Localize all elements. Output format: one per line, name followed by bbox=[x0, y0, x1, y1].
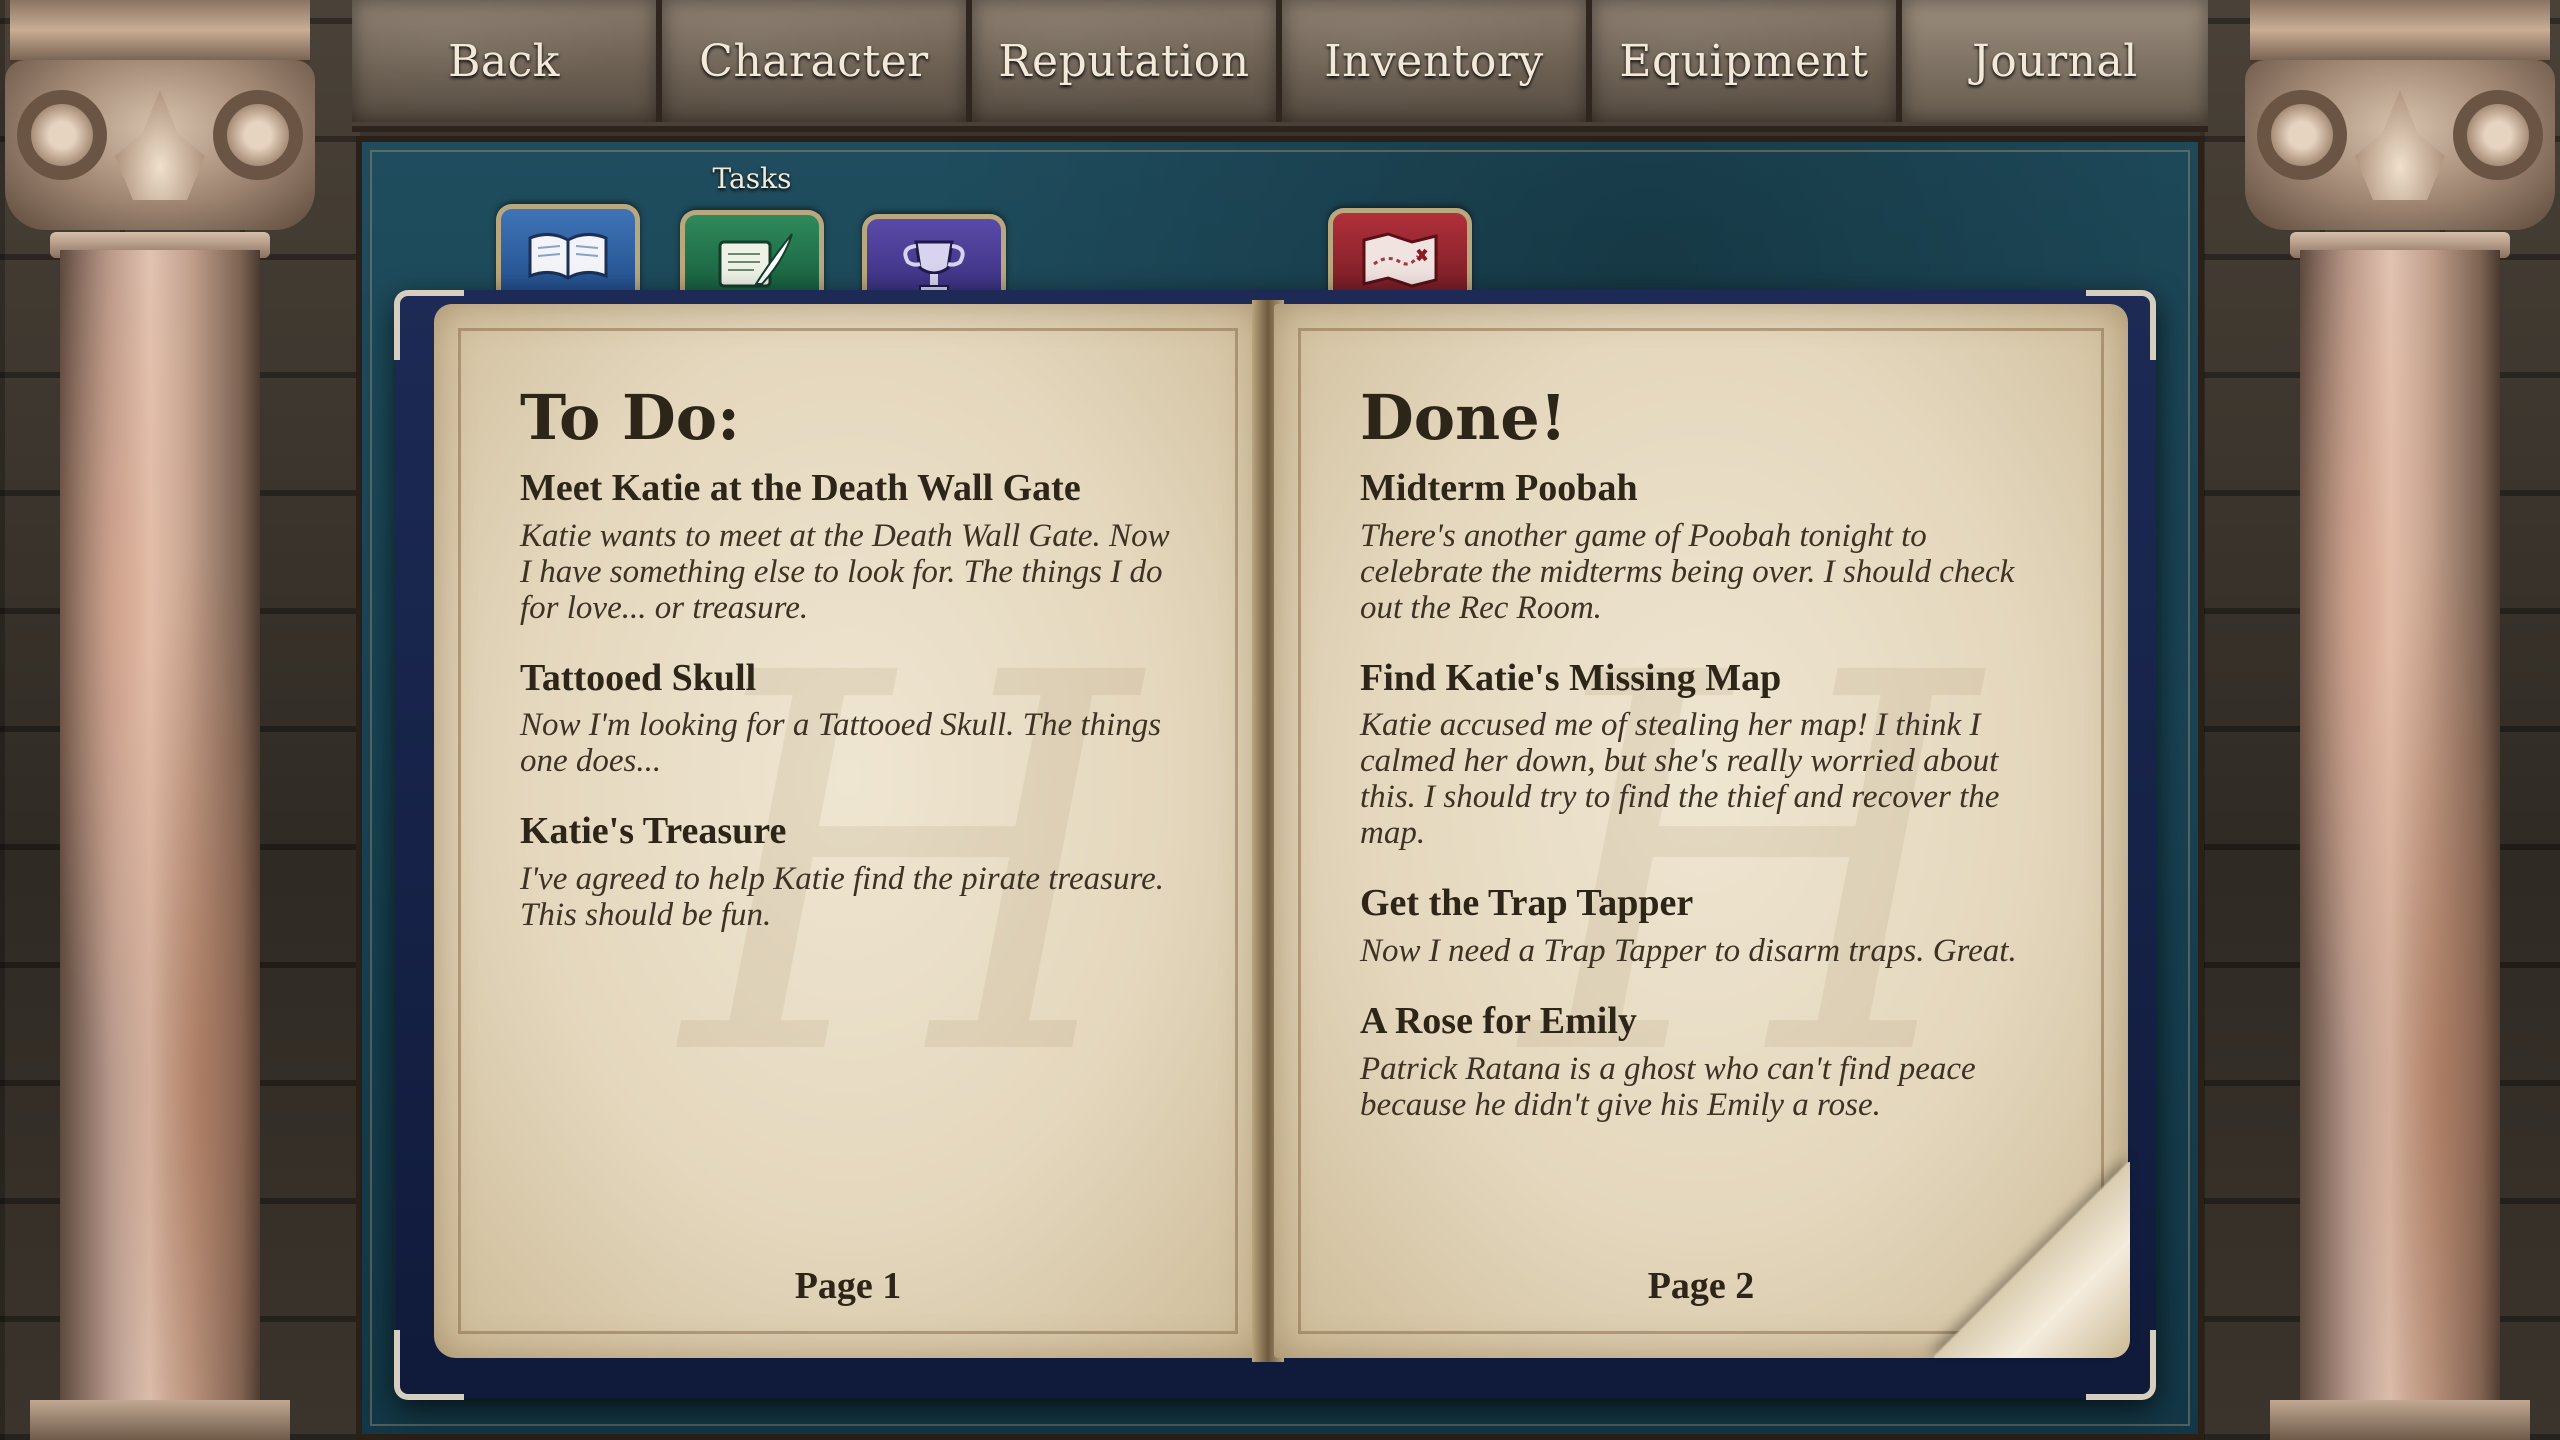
top-nav-bar: Back Character Reputation Inventory Equi… bbox=[352, 0, 2208, 132]
task-title: Midterm Poobah bbox=[1360, 467, 1638, 510]
task-title: Meet Katie at the Death Wall Gate bbox=[520, 467, 1081, 510]
tab-back[interactable]: Back bbox=[352, 0, 662, 122]
book-icon bbox=[520, 220, 616, 294]
page-number-left: Page 1 bbox=[794, 1265, 902, 1307]
page-turn-corner[interactable] bbox=[1934, 1162, 2130, 1358]
tab-equipment[interactable]: Equipment bbox=[1592, 0, 1902, 122]
task-entry[interactable]: Katie's Treasure I've agreed to help Kat… bbox=[520, 809, 1180, 933]
task-description: There's another game of Poobah tonight t… bbox=[1360, 517, 2015, 626]
tab-inventory[interactable]: Inventory bbox=[1282, 0, 1592, 122]
task-description: Katie accused me of stealing her map! I … bbox=[1360, 707, 2000, 852]
task-description: Now I need a Trap Tapper to disarm traps… bbox=[1360, 932, 2017, 969]
tab-journal[interactable]: Journal bbox=[1902, 0, 2208, 122]
journal-tab-book[interactable] bbox=[496, 204, 640, 304]
done-section: Done! Midterm Poobah There's another gam… bbox=[1360, 381, 2020, 1153]
tab-reputation[interactable]: Reputation bbox=[972, 0, 1282, 122]
task-description: Patrick Ratana is a ghost who can't find… bbox=[1360, 1050, 1976, 1123]
book-corner-ornament bbox=[2086, 1330, 2156, 1400]
marble-column-left bbox=[5, 0, 315, 1440]
todo-heading: To Do: bbox=[520, 381, 740, 454]
marble-column-right bbox=[2245, 0, 2555, 1440]
task-title: Tattooed Skull bbox=[520, 656, 757, 699]
tasks-tooltip: Tasks bbox=[712, 162, 792, 195]
journal-page-left: H To Do: Meet Katie at the Death Wall Ga… bbox=[434, 304, 1262, 1358]
quill-scroll-icon bbox=[704, 226, 800, 300]
task-description: Katie wants to meet at the Death Wall Ga… bbox=[520, 517, 1170, 626]
book-corner-ornament bbox=[394, 290, 464, 360]
task-title: Get the Trap Tapper bbox=[1360, 882, 1694, 925]
task-title: Find Katie's Missing Map bbox=[1360, 656, 1782, 699]
task-description: Now I'm looking for a Tattooed Skull. Th… bbox=[520, 707, 1162, 780]
task-entry[interactable]: A Rose for Emily Patrick Ratana is a gho… bbox=[1360, 999, 2020, 1123]
book-corner-ornament bbox=[2086, 290, 2156, 360]
done-heading: Done! bbox=[1360, 381, 1567, 454]
task-description: I've agreed to help Katie find the pirat… bbox=[520, 860, 1164, 933]
task-entry[interactable]: Meet Katie at the Death Wall Gate Katie … bbox=[520, 466, 1180, 626]
task-title: Katie's Treasure bbox=[520, 810, 787, 853]
tab-character[interactable]: Character bbox=[662, 0, 972, 122]
book-corner-ornament bbox=[394, 1330, 464, 1400]
task-entry[interactable]: Get the Trap Tapper Now I need a Trap Ta… bbox=[1360, 881, 2020, 969]
treasure-map-icon bbox=[1352, 224, 1448, 298]
task-entry[interactable]: Midterm Poobah There's another game of P… bbox=[1360, 466, 2020, 626]
task-entry[interactable]: Find Katie's Missing Map Katie accused m… bbox=[1360, 656, 2020, 852]
task-entry[interactable]: Tattooed Skull Now I'm looking for a Tat… bbox=[520, 656, 1180, 780]
task-title: A Rose for Emily bbox=[1360, 999, 1637, 1042]
todo-section: To Do: Meet Katie at the Death Wall Gate… bbox=[520, 381, 1180, 963]
